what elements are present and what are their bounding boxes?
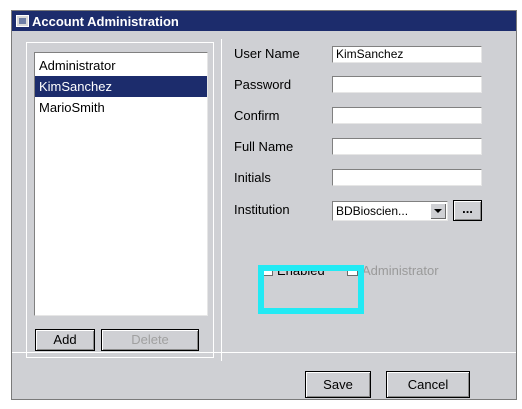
institution-dropdown[interactable]: BDBioscien... <box>332 201 448 221</box>
add-button[interactable]: Add <box>35 329 95 351</box>
initials-label: Initials <box>234 170 271 185</box>
institution-selected-value: BDBioscien... <box>336 204 409 218</box>
user-list[interactable]: Administrator KimSanchez MarioSmith <box>34 52 208 316</box>
list-item-selected[interactable]: KimSanchez <box>35 76 207 97</box>
delete-button[interactable]: Delete <box>101 329 199 351</box>
institution-label: Institution <box>234 202 290 217</box>
password-label: Password <box>234 77 292 92</box>
list-item[interactable]: MarioSmith <box>35 97 207 118</box>
chevron-down-icon[interactable] <box>430 203 446 219</box>
full-name-label: Full Name <box>234 139 294 154</box>
window-app-icon <box>16 15 29 27</box>
initials-field[interactable] <box>332 169 482 186</box>
browse-institution-button[interactable]: ... <box>453 200 482 221</box>
user-name-label: User Name <box>234 46 300 61</box>
user-name-field[interactable]: KimSanchez <box>332 46 482 63</box>
footer-divider <box>12 352 516 353</box>
administrator-label: Administrator <box>362 263 439 278</box>
highlight-rectangle <box>258 265 364 314</box>
panel-divider <box>221 39 222 361</box>
confirm-label: Confirm <box>234 108 280 123</box>
title-bar[interactable]: Account Administration <box>12 11 516 31</box>
list-item[interactable]: Administrator <box>35 55 207 76</box>
cancel-button[interactable]: Cancel <box>386 371 470 398</box>
account-administration-window: Account Administration Administrator Kim… <box>11 10 517 400</box>
window-title: Account Administration <box>32 13 179 29</box>
password-field[interactable] <box>332 76 482 93</box>
save-button[interactable]: Save <box>305 371 371 398</box>
full-name-field[interactable] <box>332 138 482 155</box>
confirm-password-field[interactable] <box>332 107 482 124</box>
